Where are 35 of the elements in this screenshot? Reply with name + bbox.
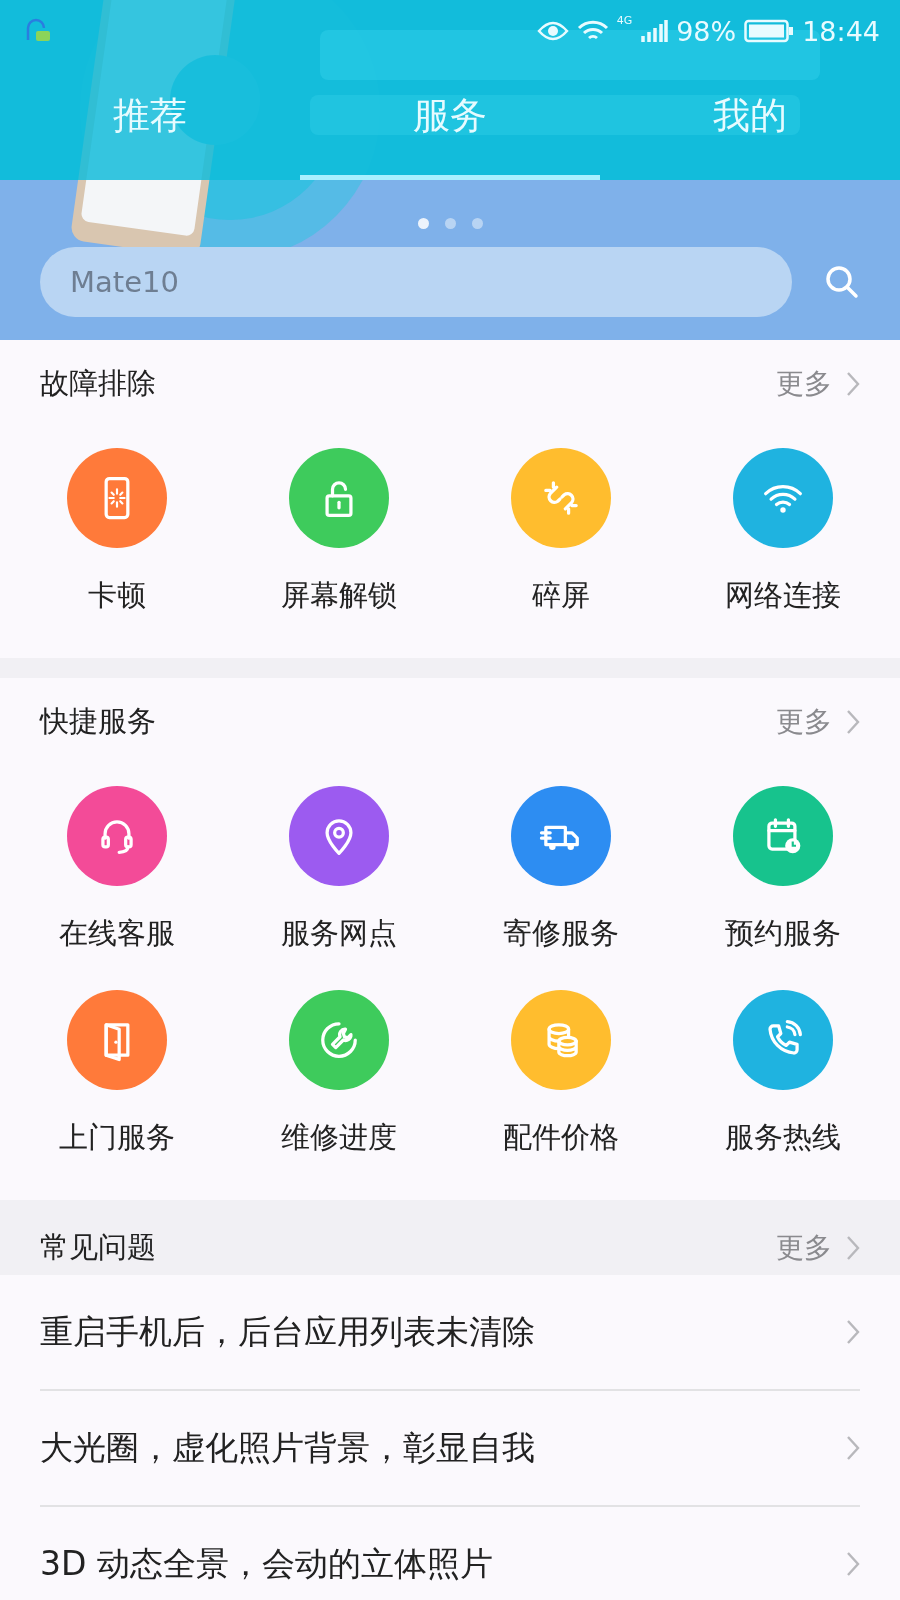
pager-dot[interactable] <box>471 218 483 229</box>
service-label[interactable]: 卡顿 <box>88 576 146 616</box>
faq-item[interactable]: 3D 动态全景，会动的立体照片 <box>40 1507 860 1600</box>
service-label[interactable]: 配件价格 <box>503 1118 619 1158</box>
service-label[interactable]: 碎屏 <box>532 576 590 616</box>
service-label[interactable]: 屏幕解锁 <box>281 576 397 616</box>
signal-icon <box>640 18 669 44</box>
chevron-right-icon <box>846 371 860 397</box>
chevron-right-icon <box>846 1234 860 1261</box>
section-title: 故障排除 <box>40 365 157 402</box>
service-label[interactable]: 寄修服务 <box>503 914 619 954</box>
network-type: 4G <box>616 14 633 27</box>
service-label[interactable]: 服务热线 <box>725 1118 841 1158</box>
pager-dot[interactable] <box>417 218 429 229</box>
section-title: 常见问题 <box>40 1228 157 1266</box>
search-icon[interactable] <box>824 264 860 300</box>
eye-icon <box>536 20 569 42</box>
clock-time: 18:44 <box>802 15 880 47</box>
service-label[interactable]: 维修进度 <box>281 1118 397 1158</box>
pager-dot[interactable] <box>444 218 456 229</box>
service-label[interactable]: 服务网点 <box>281 914 397 954</box>
section-title: 快捷服务 <box>40 703 157 740</box>
chevron-right-icon <box>846 709 860 735</box>
service-label[interactable]: 上门服务 <box>59 1118 175 1158</box>
chevron-right-icon <box>846 1551 860 1577</box>
service-label[interactable]: 在线客服 <box>59 914 175 954</box>
battery-percent: 98% <box>676 15 737 47</box>
faq-item[interactable]: 重启手机后，后台应用列表未清除 <box>40 1275 860 1391</box>
battery-icon <box>744 19 795 43</box>
search-field[interactable]: Mate10 <box>40 247 792 317</box>
service-label[interactable]: 预约服务 <box>725 914 841 954</box>
chevron-right-icon <box>846 1435 860 1461</box>
chevron-right-icon <box>846 1319 860 1345</box>
faq-item[interactable]: 大光圈，虚化照片背景，彰显自我 <box>40 1391 860 1507</box>
service-label[interactable]: 网络连接 <box>725 576 841 616</box>
